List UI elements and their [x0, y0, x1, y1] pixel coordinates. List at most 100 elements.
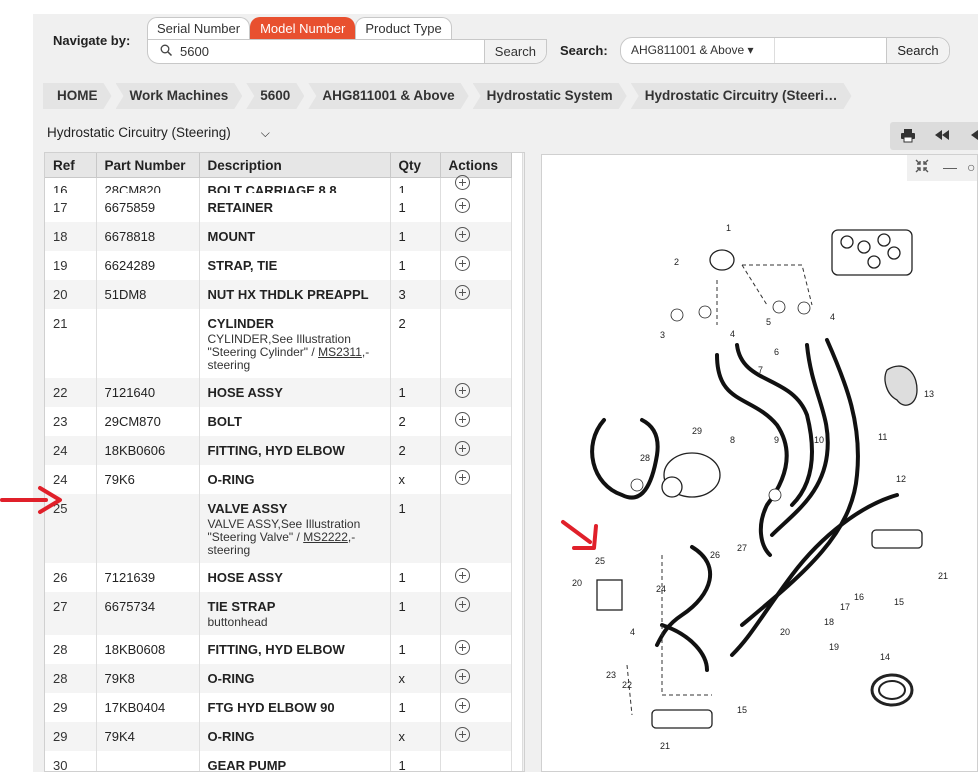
tab-product-type[interactable]: Product Type — [355, 17, 452, 40]
actions-cell — [440, 592, 512, 635]
svg-text:13: 13 — [924, 389, 934, 399]
svg-text:18: 18 — [824, 617, 834, 627]
zoom-in-icon[interactable]: ○ — [967, 159, 975, 175]
breadcrumb-current[interactable]: Hydrostatic Circuitry (Steeri… — [631, 83, 852, 109]
illustration-link[interactable]: MS2222 — [303, 530, 348, 544]
table-header-row: Ref Part Number Description Qty Actions — [45, 153, 512, 178]
add-to-cart-icon[interactable] — [454, 175, 470, 190]
add-to-cart-icon[interactable] — [454, 640, 470, 655]
table-cell: BOLT CARRIAGE 8.8 — [199, 177, 391, 193]
illustration-link[interactable]: MS2311 — [318, 345, 362, 359]
description-cell: VALVE ASSY VALVE ASSY,See Illustration "S… — [199, 494, 391, 563]
part-number-cell: 6675859 — [96, 193, 200, 222]
table-row[interactable]: 24 79K6 O-RING x — [45, 465, 512, 494]
parts-table-panel: Ref Part Number Description Qty Actions … — [44, 152, 525, 772]
add-to-cart-icon[interactable] — [454, 256, 470, 271]
breadcrumb-work-machines[interactable]: Work Machines — [116, 83, 243, 109]
breadcrumb-system[interactable]: Hydrostatic System — [473, 83, 627, 109]
table-row[interactable]: 23 29CM870 BOLT 2 — [45, 407, 512, 436]
add-to-cart-icon[interactable] — [454, 198, 470, 213]
model-search-input[interactable] — [180, 43, 480, 60]
tab-serial-number[interactable]: Serial Number — [147, 17, 251, 40]
model-search-button[interactable]: Search — [483, 40, 546, 63]
table-cell: 28CM820 — [96, 177, 200, 193]
svg-text:28: 28 — [640, 453, 650, 463]
ref-cell: 28 — [45, 635, 97, 664]
actions-cell — [440, 693, 512, 722]
table-row[interactable]: 25 VALVE ASSY VALVE ASSY,See Illustration … — [45, 494, 512, 563]
ref-cell: 28 — [45, 664, 97, 693]
print-icon[interactable] — [900, 128, 916, 146]
part-number-cell: 6678818 — [96, 222, 200, 251]
first-page-icon[interactable] — [934, 128, 950, 144]
add-to-cart-icon[interactable] — [454, 441, 470, 456]
description-main: STRAP, TIE — [207, 258, 278, 273]
prev-page-icon[interactable] — [970, 128, 978, 144]
ref-cell: 30 — [45, 751, 97, 771]
description-cell: BOLT — [199, 407, 391, 436]
ref-cell: 26 — [45, 563, 97, 592]
hose-11 — [740, 338, 860, 627]
svg-text:29: 29 — [692, 426, 702, 436]
add-to-cart-icon[interactable] — [454, 727, 470, 742]
qty-cell: 1 — [390, 592, 441, 635]
part-number-cell: 7121639 — [96, 563, 200, 592]
table-row[interactable]: 26 7121639 HOSE ASSY 1 — [45, 563, 512, 592]
part-number-cell: 79K8 — [96, 664, 200, 693]
add-to-cart-icon[interactable] — [454, 669, 470, 684]
part-number-cell: 6675734 — [96, 592, 200, 635]
part-number-cell: 17KB0404 — [96, 693, 200, 722]
actions-cell — [440, 465, 512, 494]
description-main: O-RING — [207, 671, 255, 686]
table-row[interactable]: 20 51DM8 NUT HX THDLK PREAPPL 3 — [45, 280, 512, 309]
table-row[interactable]: 17 6675859 RETAINER 1 — [45, 193, 512, 222]
chevron-down-icon: ⌵ — [260, 126, 270, 140]
add-to-cart-icon[interactable] — [454, 698, 470, 713]
breadcrumb-model[interactable]: 5600 — [246, 83, 304, 109]
description-cell: NUT HX THDLK PREAPPL — [199, 280, 391, 309]
col-description[interactable]: Description — [199, 153, 391, 178]
section-select[interactable]: Hydrostatic Circuitry (Steering) ⌵ — [47, 125, 270, 141]
description-cell: O-RING — [199, 465, 391, 494]
table-row[interactable]: 22 7121640 HOSE ASSY 1 — [45, 378, 512, 407]
table-row[interactable]: 21 CYLINDER CYLINDER,See Illustration "Ste… — [45, 309, 512, 378]
tab-model-number[interactable]: Model Number — [250, 17, 356, 40]
table-row[interactable]: 24 18KB0606 FITTING, HYD ELBOW 2 — [45, 436, 512, 465]
add-to-cart-icon[interactable] — [454, 285, 470, 300]
table-row[interactable]: 18 6678818 MOUNT 1 — [45, 222, 512, 251]
svg-text:4: 4 — [630, 627, 635, 637]
col-qty[interactable]: Qty — [390, 153, 441, 178]
zoom-out-icon[interactable]: — — [943, 159, 957, 175]
parts-diagram[interactable]: — ○ 1 2 3 4 5 6 7 4 8 9 10 11 12 13 14 1… — [541, 154, 978, 772]
breadcrumb-serial-range[interactable]: AHG811001 & Above — [308, 83, 468, 109]
serial-range-select[interactable]: AHG811001 & Above ▾ — [631, 43, 754, 57]
add-to-cart-icon[interactable] — [454, 470, 470, 485]
breadcrumb-home[interactable]: HOME — [43, 83, 112, 109]
table-row[interactable]: 28 18KB0608 FITTING, HYD ELBOW 1 — [45, 635, 512, 664]
table-row[interactable]: 27 6675734 TIE STRAP buttonhead 1 — [45, 592, 512, 635]
add-to-cart-icon[interactable] — [454, 227, 470, 242]
table-row[interactable]: 29 79K4 O-RING x — [45, 722, 512, 751]
ref-cell: 20 — [45, 280, 97, 309]
col-part-number[interactable]: Part Number — [96, 153, 200, 178]
table-row[interactable]: 29 17KB0404 FTG HYD ELBOW 90 1 — [45, 693, 512, 722]
svg-text:15: 15 — [894, 597, 904, 607]
table-row[interactable]: 30 GEAR PUMPGEAR PUMP,See Illustration "T… — [45, 751, 512, 771]
actions-cell — [440, 751, 512, 771]
svg-text:23: 23 — [606, 670, 616, 680]
search-button[interactable]: Search — [886, 38, 949, 63]
description-detail: buttonhead — [207, 615, 268, 629]
svg-text:19: 19 — [829, 642, 839, 652]
add-to-cart-icon[interactable] — [454, 597, 470, 612]
svg-text:4: 4 — [730, 329, 735, 339]
serial-range-search: AHG811001 & Above ▾ Search — [620, 37, 950, 64]
add-to-cart-icon[interactable] — [454, 412, 470, 427]
table-row[interactable]: 19 6624289 STRAP, TIE 1 — [45, 251, 512, 280]
description-cell: GEAR PUMPGEAR PUMP,See Illustration "Tri… — [199, 751, 391, 771]
table-scrollbar[interactable]: ▲ — [522, 153, 524, 771]
add-to-cart-icon[interactable] — [454, 568, 470, 583]
col-ref[interactable]: Ref — [45, 153, 97, 178]
fit-screen-icon[interactable] — [915, 159, 929, 176]
table-row[interactable]: 28 79K8 O-RING x — [45, 664, 512, 693]
add-to-cart-icon[interactable] — [454, 383, 470, 398]
